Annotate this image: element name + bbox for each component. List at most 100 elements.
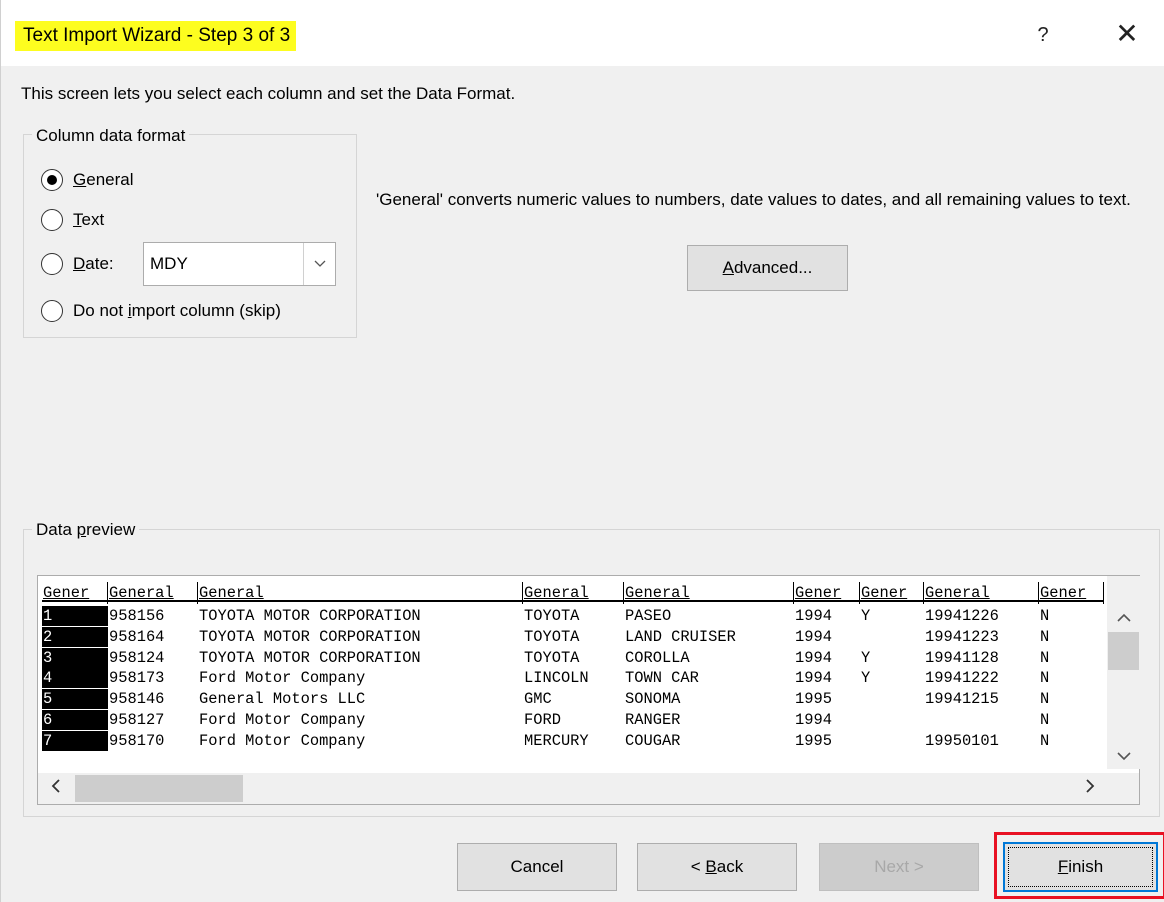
table-cell	[860, 627, 924, 647]
table-cell: N	[1040, 731, 1050, 750]
table-cell: 958127	[109, 711, 165, 729]
table-cell: COUGAR	[625, 731, 681, 750]
table-row: 1 958156 TOYOTA MOTOR CORPORATION TOYOTA PAS…	[42, 606, 1104, 626]
table-cell: COROLLA	[625, 648, 690, 667]
table-cell: 1995	[795, 731, 832, 750]
help-icon[interactable]: ?	[1031, 20, 1055, 50]
table-cell: 1	[42, 606, 108, 626]
table-cell: TOWN CAR	[625, 669, 699, 688]
table-cell: 1994	[795, 648, 832, 667]
table-cell: N	[1040, 648, 1050, 667]
column-header[interactable]: General	[198, 582, 523, 604]
data-preview-grid[interactable]: Gener General General General General Ge…	[37, 575, 1140, 805]
table-cell: 19941226	[925, 607, 999, 625]
scroll-right-icon[interactable]	[1072, 773, 1108, 804]
intro-text: This screen lets you select each column …	[21, 84, 516, 103]
radio-skip[interactable]: Do not import column (skip)	[41, 297, 281, 325]
finish-button-label: Finish	[1008, 847, 1153, 887]
vertical-scrollbar[interactable]	[1107, 576, 1140, 769]
table-cell: 5	[42, 689, 108, 710]
close-icon[interactable]: ✕	[1111, 18, 1143, 50]
table-cell: Ford Motor Company	[199, 731, 366, 750]
column-header[interactable]: Gener	[794, 582, 860, 604]
horizontal-scrollbar[interactable]	[38, 773, 1139, 804]
cancel-button[interactable]: Cancel	[457, 843, 617, 891]
table-cell: TOYOTA	[524, 627, 580, 646]
vertical-scroll-thumb[interactable]	[1108, 632, 1139, 670]
radio-skip-indicator[interactable]	[41, 300, 63, 322]
radio-general-indicator[interactable]	[41, 169, 63, 191]
column-header[interactable]: General	[523, 582, 624, 604]
table-cell: 958146	[109, 690, 165, 709]
table-cell: 19941215	[925, 690, 999, 709]
date-format-combo[interactable]: MDY	[143, 242, 336, 286]
table-cell: MERCURY	[524, 731, 589, 750]
table-cell: RANGER	[625, 711, 681, 729]
table-cell: 6	[42, 710, 108, 730]
radio-text-indicator[interactable]	[41, 209, 63, 231]
table-cell: 3	[42, 647, 108, 668]
table-cell: 1994	[795, 711, 832, 729]
table-cell: 1994	[795, 669, 832, 688]
scroll-down-icon[interactable]	[1107, 748, 1140, 772]
column-header[interactable]: Gener	[1039, 582, 1104, 604]
table-cell: Y	[861, 648, 871, 667]
table-cell: TOYOTA	[524, 648, 580, 667]
back-button[interactable]: < Back	[637, 843, 797, 891]
table-cell: LINCOLN	[524, 669, 589, 688]
table-cell: N	[1040, 690, 1050, 709]
table-cell: N	[1040, 627, 1050, 646]
column-header[interactable]: Gener	[42, 582, 108, 604]
column-header[interactable]: General	[108, 582, 198, 604]
table-cell: TOYOTA MOTOR CORPORATION	[199, 627, 421, 646]
horizontal-scroll-thumb[interactable]	[75, 775, 243, 802]
table-cell: FORD	[524, 711, 561, 729]
table-cell	[924, 710, 1039, 730]
table-cell: 19941128	[925, 648, 999, 667]
advanced-button[interactable]: Advanced...	[687, 245, 848, 291]
radio-text[interactable]: Text	[41, 206, 104, 234]
column-data-format-legend: Column data format	[32, 124, 190, 148]
format-description: 'General' converts numeric values to num…	[376, 190, 1131, 209]
scroll-up-icon[interactable]	[1107, 610, 1140, 634]
table-cell: Ford Motor Company	[199, 711, 366, 729]
table-cell: 958170	[109, 731, 165, 750]
column-header[interactable]: Gener	[860, 582, 924, 604]
table-row: 5 958146 General Motors LLC GMC SONOMA 1995 19…	[42, 689, 1104, 710]
table-row: 7 958170 Ford Motor Company MERCURY COUGAR 19…	[42, 730, 1104, 751]
table-cell: TOYOTA	[524, 607, 580, 625]
table-cell: 19950101	[925, 731, 999, 750]
radio-general[interactable]: General	[41, 166, 134, 194]
table-cell: PASEO	[625, 607, 672, 625]
radio-date-indicator[interactable]	[41, 253, 63, 275]
table-cell: N	[1040, 669, 1050, 688]
text-import-wizard-dialog: Text Import Wizard - Step 3 of 3 ? ✕ Thi…	[0, 0, 1164, 902]
table-row: 6 958127 Ford Motor Company FORD RANGER 1994 N	[42, 710, 1104, 730]
radio-text-label: Text	[73, 210, 105, 229]
table-cell	[860, 689, 924, 709]
table-cell	[860, 731, 924, 751]
next-button[interactable]: Next >	[819, 843, 979, 891]
radio-date[interactable]: Date:	[41, 250, 114, 278]
table-cell: N	[1040, 711, 1050, 729]
column-header[interactable]: General	[624, 582, 794, 604]
radio-general-label: General	[73, 170, 134, 189]
scroll-left-icon[interactable]	[38, 773, 74, 804]
preview-table[interactable]: Gener General General General General Ge…	[42, 580, 1104, 773]
table-row: 2 958164 TOYOTA MOTOR CORPORATION TOYOTA LAN…	[42, 626, 1104, 647]
table-cell: General Motors LLC	[199, 690, 366, 709]
table-cell: 4	[42, 668, 108, 689]
data-preview-legend: Data preview	[32, 518, 140, 542]
finish-button[interactable]: Finish	[1003, 842, 1158, 892]
table-cell: 958156	[109, 607, 165, 625]
column-header[interactable]: General	[924, 582, 1039, 604]
table-cell: TOYOTA MOTOR CORPORATION	[199, 648, 421, 667]
table-cell: 958173	[109, 669, 165, 688]
table-cell: 1994	[795, 607, 832, 625]
table-row: 4 958173 Ford Motor Company LINCOLN TOWN CAR…	[42, 668, 1104, 689]
table-cell: N	[1040, 607, 1050, 625]
radio-date-label: Date:	[73, 254, 114, 273]
table-row: 3 958124 TOYOTA MOTOR CORPORATION TOYOTA COR…	[42, 647, 1104, 668]
chevron-down-icon[interactable]	[303, 243, 335, 285]
table-cell: 2	[42, 626, 108, 647]
